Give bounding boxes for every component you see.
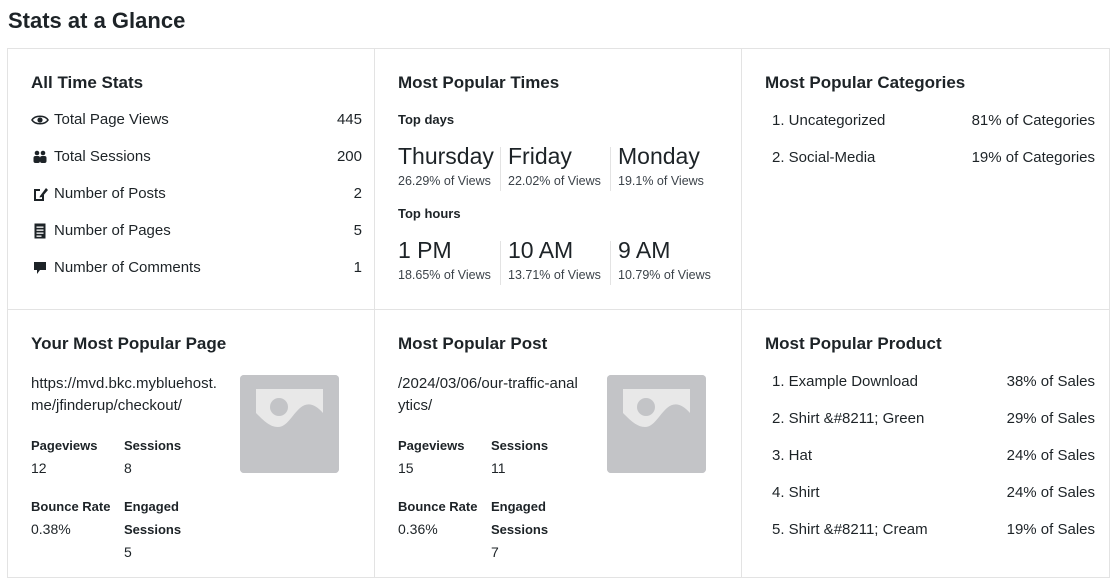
all-time-stats-card: All Time Stats Total Page Views 445 Tota… xyxy=(8,49,375,310)
engaged-label-line: Sessions xyxy=(124,522,182,537)
stat-value: 1 xyxy=(353,259,362,276)
card-title: Most Popular Times xyxy=(398,73,560,92)
engaged-label-line: Engaged xyxy=(124,499,179,514)
product-item: 2. Shirt &#8211; Green 29% of Sales xyxy=(772,409,1095,429)
stat-value: 200 xyxy=(336,148,362,165)
top-days-label: Top days xyxy=(398,112,455,127)
people-icon xyxy=(33,150,47,163)
engaged-sessions-value: 7 xyxy=(491,544,499,560)
stat-label: Number of Comments xyxy=(54,259,201,276)
hour-name: 1 PM xyxy=(398,237,452,263)
day-name: Thursday xyxy=(398,143,494,169)
category-label[interactable]: 1. Uncategorized xyxy=(772,112,885,129)
stat-row-sessions: Total Sessions 200 xyxy=(31,147,362,167)
stat-label: Number of Posts xyxy=(54,185,166,202)
stat-value: 2 xyxy=(353,185,362,202)
comment-icon xyxy=(34,262,46,274)
top-day-item: Monday 19.1% of Views xyxy=(610,143,704,195)
product-label[interactable]: 1. Example Download xyxy=(772,373,918,390)
product-value: 29% of Sales xyxy=(1006,410,1095,427)
category-item: 2. Social-Media 19% of Categories xyxy=(772,148,1095,168)
day-name: Monday xyxy=(618,143,700,169)
top-hour-item: 1 PM 18.65% of Views xyxy=(398,237,491,289)
day-pct: 19.1% of Views xyxy=(618,174,704,188)
bounce-rate-value: 0.36% xyxy=(398,521,438,537)
top-day-item: Thursday 26.29% of Views xyxy=(398,143,494,195)
day-name: Friday xyxy=(508,143,572,169)
day-pct: 26.29% of Views xyxy=(398,174,491,188)
product-item: 5. Shirt &#8211; Cream 19% of Sales xyxy=(772,520,1095,540)
stat-value: 445 xyxy=(336,111,362,128)
pageviews-label: Pageviews xyxy=(31,438,98,453)
card-title: Most Popular Product xyxy=(765,334,942,353)
category-value: 19% of Categories xyxy=(971,149,1095,166)
stat-label: Total Sessions xyxy=(54,148,151,165)
stat-row-page-views: Total Page Views 445 xyxy=(31,110,362,130)
stat-value: 5 xyxy=(353,222,362,239)
hour-pct: 10.79% of Views xyxy=(618,268,711,282)
engaged-sessions-label: Engaged Sessions xyxy=(124,495,181,541)
sessions-value: 8 xyxy=(124,460,132,476)
popular-page-card: Your Most Popular Page https://mvd.bkc.m… xyxy=(8,310,375,577)
stat-label: Number of Pages xyxy=(54,222,171,239)
bounce-rate-label: Bounce Rate xyxy=(398,499,478,514)
page-icon xyxy=(34,223,46,239)
product-item: 3. Hat 24% of Sales xyxy=(772,446,1095,466)
sessions-label: Sessions xyxy=(124,438,182,453)
popular-categories-card: Most Popular Categories 1. Uncategorized… xyxy=(742,49,1109,310)
product-value: 38% of Sales xyxy=(1006,373,1095,390)
page-url-link[interactable]: https://mvd.bkc.mybluehost.me/jfinderup/… xyxy=(31,373,226,417)
category-item: 1. Uncategorized 81% of Categories xyxy=(772,111,1095,131)
pageviews-value: 15 xyxy=(398,460,414,476)
top-hours-label: Top hours xyxy=(398,206,461,221)
stat-row-pages: Number of Pages 5 xyxy=(31,221,362,241)
stat-row-posts: Number of Posts 2 xyxy=(31,184,362,204)
top-hour-item: 10 AM 13.71% of Views xyxy=(500,237,601,289)
engaged-sessions-value: 5 xyxy=(124,544,132,560)
product-label[interactable]: 4. Shirt xyxy=(772,484,820,501)
product-label[interactable]: 2. Shirt &#8211; Green xyxy=(772,410,924,427)
pageviews-value: 12 xyxy=(31,460,47,476)
hour-pct: 13.71% of Views xyxy=(508,268,601,282)
product-value: 19% of Sales xyxy=(1006,521,1095,538)
post-edit-icon xyxy=(34,188,48,201)
image-placeholder-icon xyxy=(607,375,706,473)
pageviews-label: Pageviews xyxy=(398,438,465,453)
product-label[interactable]: 5. Shirt &#8211; Cream xyxy=(772,521,928,538)
bounce-rate-label: Bounce Rate xyxy=(31,499,111,514)
card-title: Most Popular Categories xyxy=(765,73,966,92)
engaged-label-line: Sessions xyxy=(491,522,549,537)
bounce-rate-value: 0.38% xyxy=(31,521,71,537)
product-label[interactable]: 3. Hat xyxy=(772,447,812,464)
stat-row-comments: Number of Comments 1 xyxy=(31,258,362,278)
stats-grid: All Time Stats Total Page Views 445 Tota… xyxy=(7,48,1110,578)
hour-name: 10 AM xyxy=(508,237,574,263)
product-value: 24% of Sales xyxy=(1006,484,1095,501)
image-placeholder-icon xyxy=(240,375,339,473)
engaged-label-line: Engaged xyxy=(491,499,546,514)
product-item: 4. Shirt 24% of Sales xyxy=(772,483,1095,503)
page-title: Stats at a Glance xyxy=(8,8,186,33)
eye-icon xyxy=(31,115,49,125)
card-title: All Time Stats xyxy=(31,73,144,92)
card-title: Most Popular Post xyxy=(398,334,548,353)
category-label[interactable]: 2. Social-Media xyxy=(772,149,875,166)
top-day-item: Friday 22.02% of Views xyxy=(500,143,601,195)
sessions-label: Sessions xyxy=(491,438,549,453)
day-pct: 22.02% of Views xyxy=(508,174,601,188)
stat-label: Total Page Views xyxy=(54,111,169,128)
popular-times-card: Most Popular Times Top days Thursday 26.… xyxy=(375,49,742,310)
product-item: 1. Example Download 38% of Sales xyxy=(772,372,1095,392)
engaged-sessions-label: Engaged Sessions xyxy=(491,495,548,541)
top-hour-item: 9 AM 10.79% of Views xyxy=(610,237,711,289)
sessions-value: 11 xyxy=(491,460,506,476)
card-title: Your Most Popular Page xyxy=(31,334,227,353)
product-value: 24% of Sales xyxy=(1006,447,1095,464)
post-url-link[interactable]: /2024/03/06/our-traffic-analytics/ xyxy=(398,373,578,417)
hour-name: 9 AM xyxy=(618,237,671,263)
popular-post-card: Most Popular Post /2024/03/06/our-traffi… xyxy=(375,310,742,577)
category-value: 81% of Categories xyxy=(971,112,1095,129)
hour-pct: 18.65% of Views xyxy=(398,268,491,282)
popular-product-card: Most Popular Product 1. Example Download… xyxy=(742,310,1109,577)
